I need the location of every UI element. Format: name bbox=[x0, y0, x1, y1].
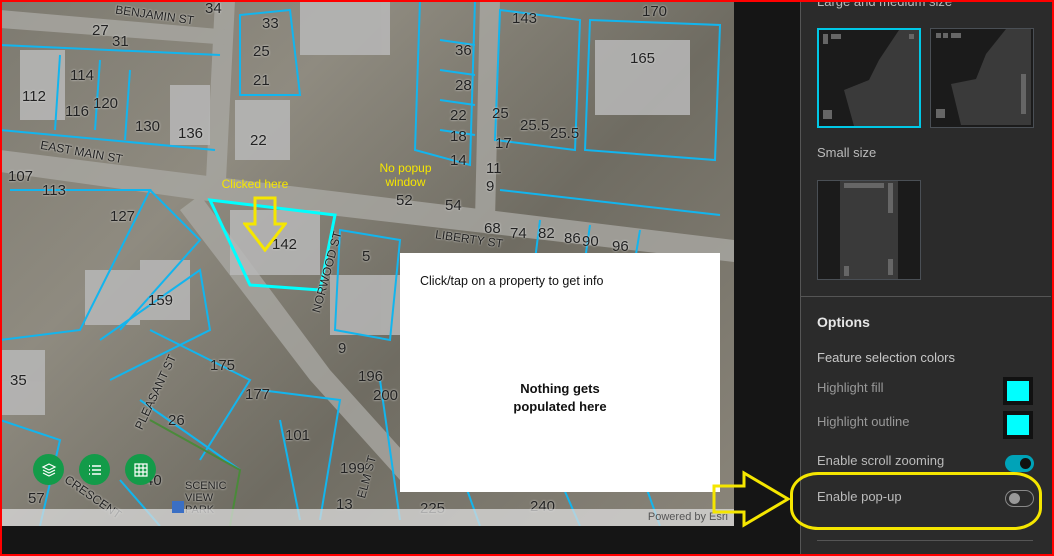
parcel-label: 170 bbox=[642, 3, 668, 20]
parcel-label: 18 bbox=[450, 128, 467, 145]
parcel-label: 196 bbox=[358, 368, 384, 385]
info-panel-annotation: Nothing gets populated here bbox=[513, 381, 607, 414]
parcel-label: 21 bbox=[253, 72, 270, 89]
parcel-label: 143 bbox=[512, 10, 538, 27]
options-heading: Options bbox=[817, 314, 870, 330]
info-panel-title: Click/tap on a property to get info bbox=[420, 274, 604, 288]
parcel-label: 113 bbox=[42, 182, 66, 199]
layout-option-2[interactable] bbox=[930, 28, 1034, 128]
list-icon bbox=[88, 464, 101, 475]
layers-icon bbox=[41, 462, 56, 477]
layers-button[interactable] bbox=[33, 454, 64, 485]
parcel-label: 35 bbox=[10, 372, 27, 389]
parcel-label: 127 bbox=[110, 208, 136, 225]
parcel-label: 200 bbox=[373, 387, 399, 404]
parcel-label: 27 bbox=[92, 22, 109, 39]
parcel-label: 22 bbox=[250, 132, 267, 149]
layout-preview-icon bbox=[840, 181, 898, 279]
divider bbox=[817, 540, 1033, 541]
parcel-label: 57 bbox=[28, 490, 45, 507]
parcel-label: 68 bbox=[484, 220, 501, 237]
annotation-no-popup: No popup window bbox=[379, 161, 432, 189]
divider bbox=[801, 296, 1051, 297]
parcel-label: 22 bbox=[450, 107, 467, 124]
table-icon bbox=[133, 462, 148, 477]
arrow-down-icon bbox=[243, 196, 287, 252]
parcel-label: 159 bbox=[148, 292, 174, 309]
attribution-bar: Powered by Esri bbox=[0, 509, 734, 526]
parcel-label: 116 bbox=[65, 103, 89, 120]
parcel-label: 36 bbox=[455, 42, 472, 59]
parcel-label: 34 bbox=[205, 0, 222, 17]
parcel-label: 11 bbox=[486, 160, 502, 177]
parcel-label: 26 bbox=[168, 412, 185, 429]
parcel-label: 114 bbox=[70, 67, 94, 84]
parcel-label: 136 bbox=[178, 125, 204, 142]
parcel-label: 9 bbox=[338, 340, 347, 357]
highlight-fill-label: Highlight fill bbox=[817, 380, 884, 395]
scroll-zoom-toggle[interactable] bbox=[1005, 455, 1034, 472]
parcel-label: 82 bbox=[538, 225, 555, 242]
section-label: Large and medium size bbox=[817, 0, 953, 9]
layout-preview-icon bbox=[823, 30, 919, 126]
parcel-label: 130 bbox=[135, 118, 161, 135]
layout-preview-icon bbox=[936, 29, 1031, 125]
arrow-right-icon bbox=[712, 470, 791, 528]
highlight-outline-swatch[interactable] bbox=[1003, 411, 1033, 439]
parcel-label: 5 bbox=[362, 248, 371, 265]
parcel-label: 165 bbox=[630, 50, 656, 67]
table-button[interactable] bbox=[125, 454, 156, 485]
parcel-label: 112 bbox=[22, 88, 46, 105]
parcel-label: 25.5 bbox=[550, 125, 580, 142]
parcel-label: 14 bbox=[450, 152, 467, 169]
legend-button[interactable] bbox=[79, 454, 110, 485]
parcel-label: 25 bbox=[492, 105, 509, 122]
parcel-label: 177 bbox=[245, 386, 271, 403]
highlight-ellipse bbox=[790, 472, 1042, 530]
parcel-label: 90 bbox=[582, 233, 599, 250]
parcel-label: 25 bbox=[253, 43, 270, 60]
parcel-label: 25.5 bbox=[520, 117, 550, 134]
parcel-label: 33 bbox=[262, 15, 279, 32]
scroll-zoom-label: Enable scroll zooming bbox=[817, 453, 945, 468]
parcel-label: 107 bbox=[8, 168, 34, 185]
parcel-label: 17 bbox=[495, 135, 512, 152]
bottom-bar bbox=[0, 526, 800, 556]
map-view[interactable]: BENJAMIN ST EAST MAIN ST LIBERTY ST NORW… bbox=[0, 0, 734, 526]
parcel-label: 120 bbox=[93, 95, 119, 112]
parcel-label: 9 bbox=[486, 178, 495, 195]
parcel-label: 54 bbox=[445, 197, 462, 214]
parcel-label: 175 bbox=[210, 357, 236, 374]
layout-option-1[interactable] bbox=[817, 28, 921, 128]
parcel-label: 52 bbox=[396, 192, 413, 209]
annotation-clicked: Clicked here bbox=[221, 177, 289, 191]
parcel-label: 101 bbox=[285, 427, 311, 444]
parcel-label: 199 bbox=[340, 460, 366, 477]
feature-colors-label: Feature selection colors bbox=[817, 350, 956, 365]
highlight-fill-swatch[interactable] bbox=[1003, 377, 1033, 405]
parcel-label: 31 bbox=[112, 33, 129, 50]
parcel-label: 74 bbox=[510, 225, 527, 242]
park-icon bbox=[172, 501, 184, 513]
highlight-outline-label: Highlight outline bbox=[817, 414, 910, 429]
parcel-label: 28 bbox=[455, 77, 472, 94]
layout-option-small[interactable] bbox=[817, 180, 921, 280]
section-label: Small size bbox=[817, 145, 877, 160]
info-panel: Click/tap on a property to get info Noth… bbox=[400, 253, 720, 492]
parcel-label: 86 bbox=[564, 230, 581, 247]
